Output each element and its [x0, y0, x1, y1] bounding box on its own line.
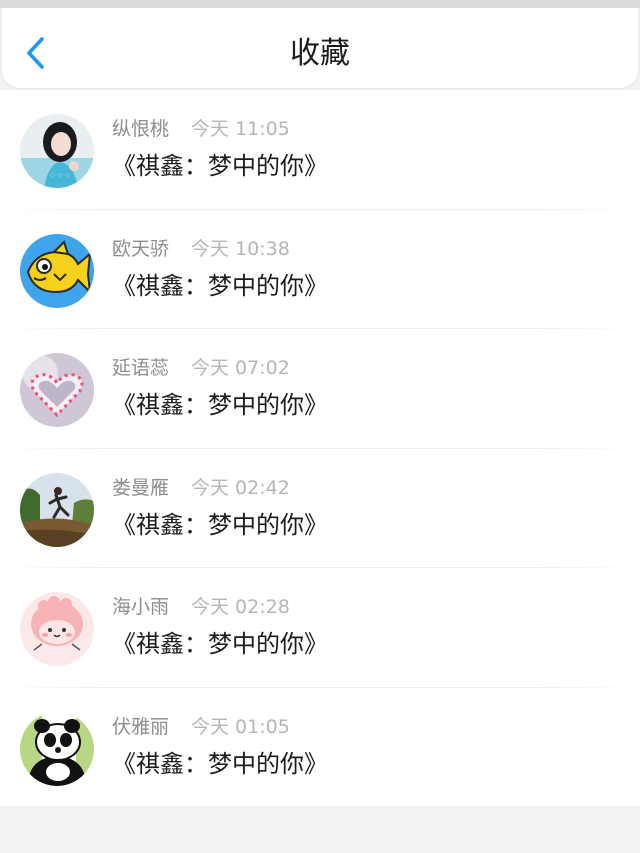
panda-avatar-icon [20, 711, 94, 786]
avatar[interactable] [20, 711, 94, 786]
user-name: 海小雨 [112, 596, 170, 618]
avatar[interactable] [20, 353, 94, 427]
favorites-list: ♡ ♡ ♡ 纵恨桃 今天 11:05 《祺鑫：梦中的你》 欧天骄 今天 10:3… [0, 90, 640, 806]
user-name: 伏雅丽 [112, 715, 170, 738]
list-item[interactable]: 欧天骄 今天 10:38 《祺鑫：梦中的你》 [0, 210, 640, 329]
yellow-fish-avatar-icon [20, 233, 94, 308]
avatar[interactable] [20, 233, 94, 308]
favorite-title: 《祺鑫：梦中的你》 [112, 749, 328, 778]
user-name: 延语蕊 [112, 357, 170, 379]
svg-text:♡ ♡ ♡: ♡ ♡ ♡ [50, 173, 70, 180]
list-item[interactable]: ♡ ♡ ♡ 纵恨桃 今天 11:05 《祺鑫：梦中的你》 [0, 90, 640, 210]
list-item[interactable]: 延语蕊 今天 07:02 《祺鑫：梦中的你》 [0, 329, 640, 449]
user-name: 欧天骄 [112, 237, 170, 260]
header-bar: 收藏 [2, 8, 638, 88]
pink-blob-avatar-icon [20, 592, 94, 666]
user-name: 娄曼雁 [112, 476, 170, 499]
list-item[interactable]: 娄曼雁 今天 02:42 《祺鑫：梦中的你》 [0, 449, 640, 568]
favorite-title: 《祺鑫：梦中的你》 [112, 152, 328, 180]
favorite-title: 《祺鑫：梦中的你》 [112, 510, 328, 539]
favorite-title: 《祺鑫：梦中的你》 [112, 391, 328, 419]
runner-photo-avatar-icon [20, 472, 94, 547]
timestamp: 今天 01:05 [191, 715, 290, 738]
heart-photo-avatar-icon [20, 353, 94, 427]
timestamp: 今天 02:42 [191, 476, 290, 499]
avatar[interactable] [20, 472, 94, 547]
timestamp: 今天 07:02 [191, 357, 290, 379]
timestamp: 今天 02:28 [191, 596, 290, 618]
timestamp: 今天 11:05 [191, 118, 290, 140]
page-title: 收藏 [290, 36, 350, 71]
favorite-title: 《祺鑫：梦中的你》 [112, 271, 328, 300]
list-item[interactable]: 海小雨 今天 02:28 《祺鑫：梦中的你》 [0, 568, 640, 688]
girl-photo-avatar-icon: ♡ ♡ ♡ [20, 114, 94, 188]
favorite-title: 《祺鑫：梦中的你》 [112, 630, 328, 658]
status-bar-strip [0, 0, 640, 8]
user-name: 纵恨桃 [112, 118, 170, 140]
avatar[interactable]: ♡ ♡ ♡ [20, 114, 94, 188]
timestamp: 今天 10:38 [191, 237, 290, 260]
list-item[interactable]: 伏雅丽 今天 01:05 《祺鑫：梦中的你》 [0, 688, 640, 808]
avatar[interactable] [20, 592, 94, 666]
